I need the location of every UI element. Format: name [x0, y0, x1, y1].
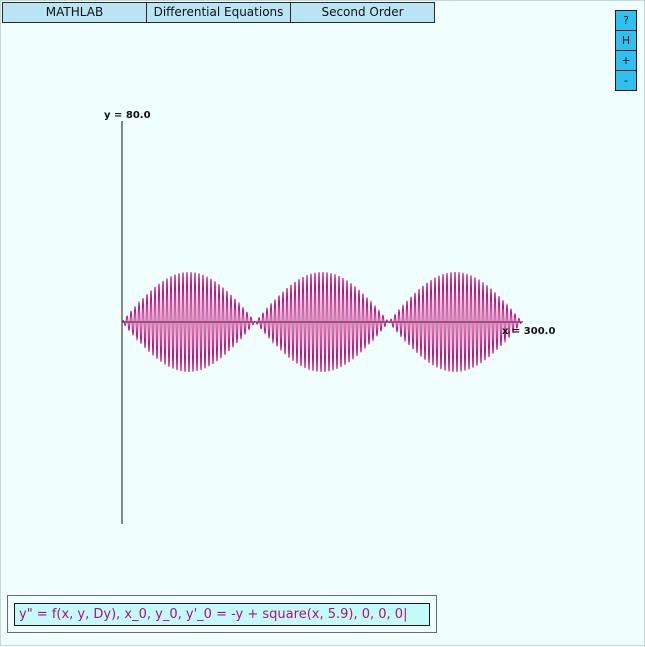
help-button[interactable]: ? — [616, 11, 636, 31]
y-axis-max-label: y = 80.0 — [104, 110, 151, 121]
breadcrumb-differential-equations[interactable]: Differential Equations — [146, 2, 291, 23]
solution-curve — [121, 271, 523, 373]
history-button[interactable]: H — [616, 31, 636, 51]
zoom-in-button[interactable]: + — [616, 51, 636, 71]
x-axis-max-label: x = 300.0 — [502, 326, 555, 337]
plot-area: y = 80.0 x = 300.0 — [104, 110, 555, 524]
breadcrumb-second-order[interactable]: Second Order — [290, 2, 435, 23]
expression-input[interactable] — [14, 603, 430, 626]
expression-panel — [7, 595, 437, 633]
side-toolbar: ? H + - — [615, 10, 637, 91]
zoom-out-button[interactable]: - — [616, 71, 636, 90]
breadcrumb-mathlab[interactable]: MATHLAB — [2, 2, 147, 23]
breadcrumb: MATHLAB Differential Equations Second Or… — [2, 2, 435, 23]
